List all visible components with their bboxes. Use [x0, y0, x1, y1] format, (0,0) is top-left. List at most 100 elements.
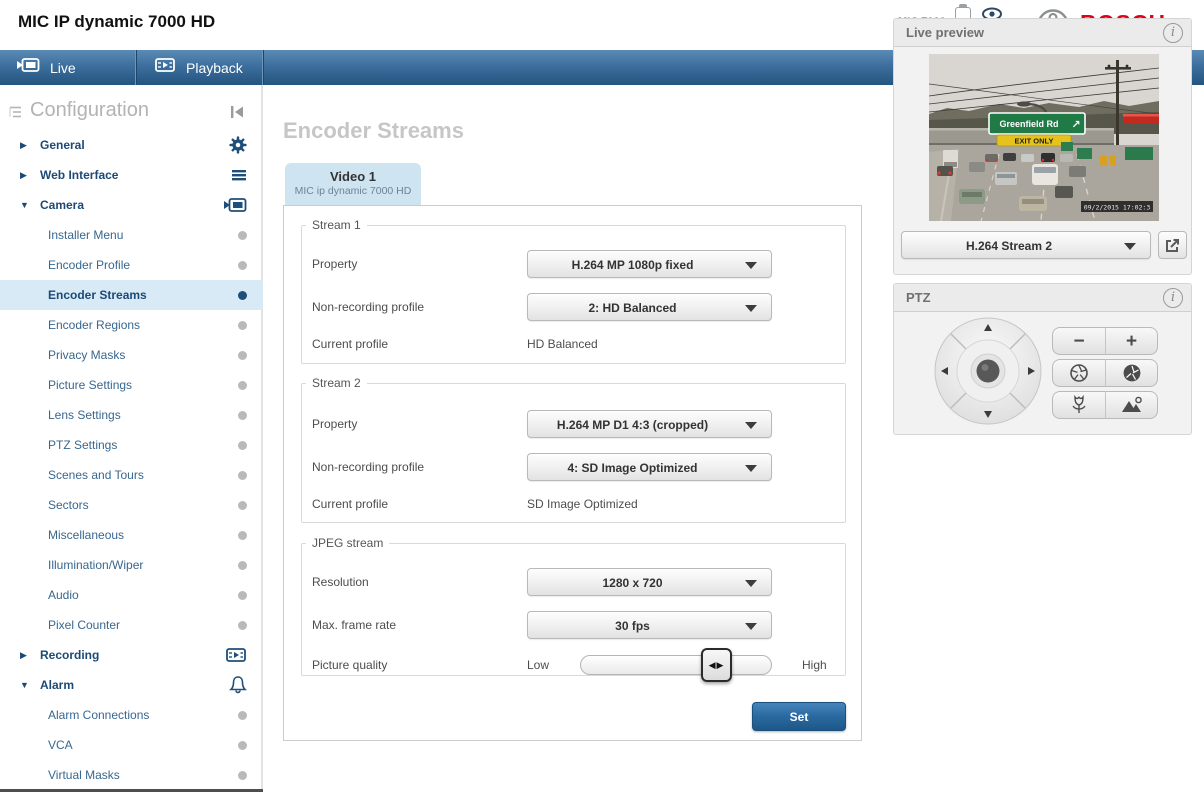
zoom-out-button[interactable]: −	[1052, 327, 1105, 355]
jpeg-framerate-select[interactable]: 30 fps	[527, 611, 772, 639]
jpeg-legend: JPEG stream	[312, 536, 384, 550]
sidebar-item-privacy-masks[interactable]: Privacy Masks	[0, 340, 263, 370]
stream1-profile-select[interactable]: 2: HD Balanced	[527, 293, 772, 321]
bell-icon	[229, 670, 247, 700]
ptz-buttons: − +	[1052, 327, 1158, 423]
focus-far-button[interactable]	[1105, 391, 1158, 419]
configuration-sidebar: Configuration ▶ General ▶ Web Interface ▼ Cam…	[0, 85, 263, 792]
stream2-property-select[interactable]: H.264 MP D1 4:3 (cropped)	[527, 410, 772, 438]
chevron-right-icon[interactable]: ▶	[20, 130, 27, 160]
sidebar-item-camera[interactable]: ▼ Camera	[0, 190, 263, 220]
stream1-group: Stream 1 Property H.264 MP 1080p fixed N…	[301, 218, 846, 364]
stream1-current-value: HD Balanced	[527, 337, 598, 351]
sidebar-item-alarm-connections[interactable]: Alarm Connections	[0, 700, 263, 730]
info-icon[interactable]: i	[1163, 23, 1183, 43]
stream1-property-value: H.264 MP 1080p fixed	[571, 258, 694, 272]
page-title: MIC IP dynamic 7000 HD	[18, 12, 216, 31]
tab-video-1[interactable]: Video 1 MIC ip dynamic 7000 HD	[285, 163, 421, 205]
focus-near-button[interactable]	[1052, 391, 1105, 419]
stream1-property-select[interactable]: H.264 MP 1080p fixed	[527, 250, 772, 278]
tab-live-label: Live	[50, 59, 76, 76]
sidebar-item-encoder-streams[interactable]: Encoder Streams	[0, 280, 263, 310]
sidebar-item-label: Audio	[48, 588, 79, 602]
sidebar-header: Configuration	[0, 95, 261, 129]
picture-quality-slider[interactable]: ◀▶	[580, 648, 772, 682]
ptz-joystick[interactable]	[932, 315, 1044, 432]
sidebar-item-lens-settings[interactable]: Lens Settings	[0, 400, 263, 430]
sidebar-item-label: VCA	[48, 738, 73, 752]
chevron-down-icon	[745, 465, 757, 472]
video-tab-subtitle: MIC ip dynamic 7000 HD	[294, 185, 412, 197]
sidebar-item-label: Installer Menu	[48, 228, 124, 242]
quality-low-label: Low	[527, 658, 550, 672]
status-dot-icon	[238, 250, 247, 280]
tree-list-icon	[8, 104, 24, 125]
chevron-right-icon[interactable]: ▶	[20, 640, 27, 670]
stream2-profile-label: Non-recording profile	[312, 460, 425, 474]
sidebar-item-label: PTZ Settings	[48, 438, 118, 452]
sidebar-item-label: Illumination/Wiper	[48, 558, 144, 572]
iris-close-button[interactable]	[1052, 359, 1105, 387]
status-dot-icon	[238, 460, 247, 490]
sidebar-item-recording[interactable]: ▶ Recording	[0, 640, 263, 670]
sidebar-item-ptz-settings[interactable]: PTZ Settings	[0, 430, 263, 460]
set-button[interactable]: Set	[752, 702, 846, 731]
chevron-right-icon[interactable]: ▶	[20, 160, 27, 190]
sidebar-item-encoder-regions[interactable]: Encoder Regions	[0, 310, 263, 340]
preview-stream-select[interactable]: H.264 Stream 2	[901, 231, 1151, 259]
sidebar-item-vca[interactable]: VCA	[0, 730, 263, 760]
chevron-down-icon	[745, 580, 757, 587]
tab-live[interactable]: Live	[0, 50, 137, 85]
status-dot-icon	[238, 310, 247, 340]
sidebar-item-virtual-masks[interactable]: Virtual Masks	[0, 760, 263, 790]
sidebar-item-illumination-wiper[interactable]: Illumination/Wiper	[0, 550, 263, 580]
jpeg-framerate-value: 30 fps	[615, 619, 650, 633]
stream2-property-label: Property	[312, 417, 358, 431]
sidebar-item-scenes-and-tours[interactable]: Scenes and Tours	[0, 460, 263, 490]
stream1-current-label: Current profile	[312, 337, 389, 351]
sidebar-item-label: Scenes and Tours	[48, 468, 144, 482]
sidebar-item-label: Miscellaneous	[48, 528, 125, 542]
sidebar-item-encoder-profile[interactable]: Encoder Profile	[0, 250, 263, 280]
status-dot-icon	[238, 400, 247, 430]
playback-icon	[154, 57, 176, 78]
jpeg-framerate-label: Max. frame rate	[312, 618, 397, 632]
open-preview-window-button[interactable]	[1158, 231, 1187, 259]
live-preview-header: Live preview i	[894, 19, 1191, 47]
chevron-down-icon	[745, 422, 757, 429]
collapse-sidebar-icon[interactable]	[228, 104, 246, 125]
stream2-profile-select[interactable]: 4: SD Image Optimized	[527, 453, 772, 481]
sidebar-item-pixel-counter[interactable]: Pixel Counter	[0, 610, 263, 640]
zoom-in-button[interactable]: +	[1105, 327, 1158, 355]
gear-icon	[229, 130, 247, 160]
tulip-focus-near-icon	[1072, 394, 1086, 413]
sidebar-item-installer-menu[interactable]: Installer Menu	[0, 220, 263, 250]
iris-open-button[interactable]	[1105, 359, 1158, 387]
sidebar-item-web-interface[interactable]: ▶ Web Interface	[0, 160, 263, 190]
ptz-panel: PTZ i − +	[893, 283, 1192, 435]
info-icon[interactable]: i	[1163, 288, 1183, 308]
live-preview-image: Greenfield Rd ↗ EXIT ONLY 09/2/2015 17:0…	[928, 54, 1160, 222]
sidebar-item-label: Alarm Connections	[48, 708, 150, 722]
chevron-down-icon[interactable]: ▼	[20, 190, 29, 220]
menu-icon	[231, 160, 247, 190]
chevron-down-icon	[745, 262, 757, 269]
sidebar-item-picture-settings[interactable]: Picture Settings	[0, 370, 263, 400]
svg-text:EXIT ONLY: EXIT ONLY	[1015, 137, 1054, 146]
ptz-title: PTZ	[906, 290, 931, 305]
sidebar-item-sectors[interactable]: Sectors	[0, 490, 263, 520]
stream2-current-value: SD Image Optimized	[527, 497, 638, 511]
sidebar-item-miscellaneous[interactable]: Miscellaneous	[0, 520, 263, 550]
chevron-down-icon[interactable]: ▼	[20, 670, 29, 700]
live-camera-icon	[16, 57, 40, 78]
chevron-down-icon	[745, 623, 757, 630]
app-window: MIC IP dynamic 7000 HD MIC 7000 BOSCH	[0, 0, 1204, 792]
jpeg-resolution-select[interactable]: 1280 x 720	[527, 568, 772, 596]
sidebar-item-alarm[interactable]: ▼ Alarm	[0, 670, 263, 700]
sidebar-item-audio[interactable]: Audio	[0, 580, 263, 610]
tab-playback[interactable]: Playback	[138, 50, 264, 85]
slider-handle[interactable]: ◀▶	[701, 648, 732, 682]
sidebar-item-general[interactable]: ▶ General	[0, 130, 263, 160]
encoder-streams-panel: Stream 1 Property H.264 MP 1080p fixed N…	[283, 205, 862, 741]
stream2-group: Stream 2 Property H.264 MP D1 4:3 (cropp…	[301, 376, 846, 523]
